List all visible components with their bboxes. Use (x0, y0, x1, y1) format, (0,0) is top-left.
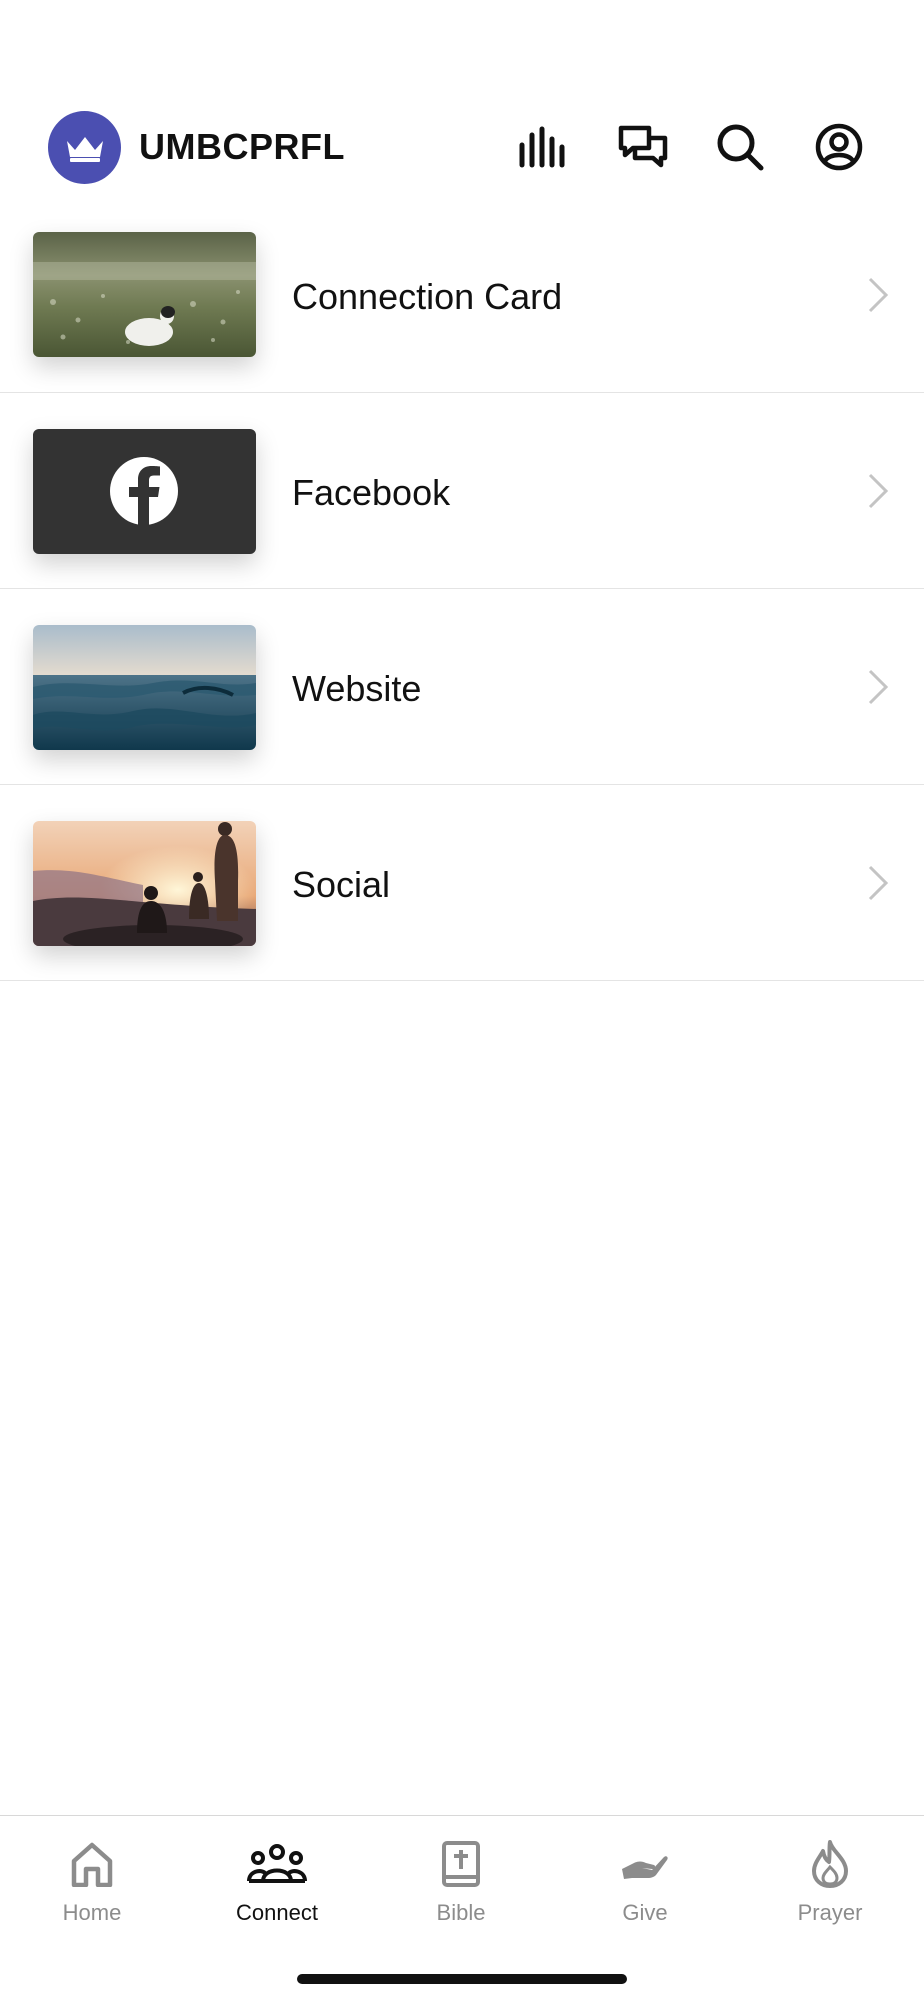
tab-connect[interactable]: Connect (185, 1816, 369, 1936)
list-item-label: Connection Card (292, 276, 563, 317)
bible-icon (442, 1841, 480, 1887)
church-logo[interactable] (48, 111, 121, 184)
tab-prayer[interactable]: Prayer (738, 1816, 922, 1936)
connect-list: Connection Card Facebook Website Social (0, 220, 924, 981)
list-item-website[interactable]: Website (0, 589, 924, 785)
tab-label: Bible (436, 1900, 486, 1925)
chevron-right-icon (868, 473, 889, 509)
app-header: UMBCPRFL (0, 0, 924, 220)
meadow-lamb-thumbnail (33, 232, 256, 357)
give-hand-icon (622, 1856, 668, 1879)
crown-icon (66, 136, 103, 162)
bar-chart-icon[interactable] (515, 118, 573, 176)
home-icon (71, 1842, 113, 1887)
app-title: UMBCPRFL (139, 126, 345, 167)
chevron-right-icon (868, 277, 889, 313)
profile-icon[interactable] (810, 118, 868, 176)
list-item-label: Facebook (292, 472, 451, 513)
tab-label: Give (622, 1900, 668, 1925)
tab-label: Prayer (797, 1900, 863, 1925)
ocean-waves-thumbnail (33, 625, 256, 750)
facebook-icon (110, 457, 178, 525)
tab-give[interactable]: Give (553, 1816, 737, 1936)
flame-icon (812, 1840, 848, 1888)
list-item-social[interactable]: Social (0, 785, 924, 981)
list-item-label: Social (292, 864, 391, 905)
sunset-people-thumbnail (33, 821, 256, 946)
search-icon[interactable] (711, 118, 769, 176)
chat-icon[interactable] (614, 118, 672, 176)
home-indicator[interactable] (297, 1974, 627, 1984)
people-icon (247, 1844, 307, 1883)
tab-label: Home (62, 1900, 122, 1925)
chevron-right-icon (868, 669, 889, 705)
tab-home[interactable]: Home (0, 1816, 184, 1936)
tab-label: Connect (236, 1900, 318, 1925)
list-item-connection-card[interactable]: Connection Card (0, 220, 924, 393)
list-item-label: Website (292, 668, 422, 709)
list-item-facebook[interactable]: Facebook (0, 393, 924, 589)
tab-bible[interactable]: Bible (369, 1816, 553, 1936)
facebook-thumbnail (33, 429, 256, 554)
chevron-right-icon (868, 865, 889, 901)
